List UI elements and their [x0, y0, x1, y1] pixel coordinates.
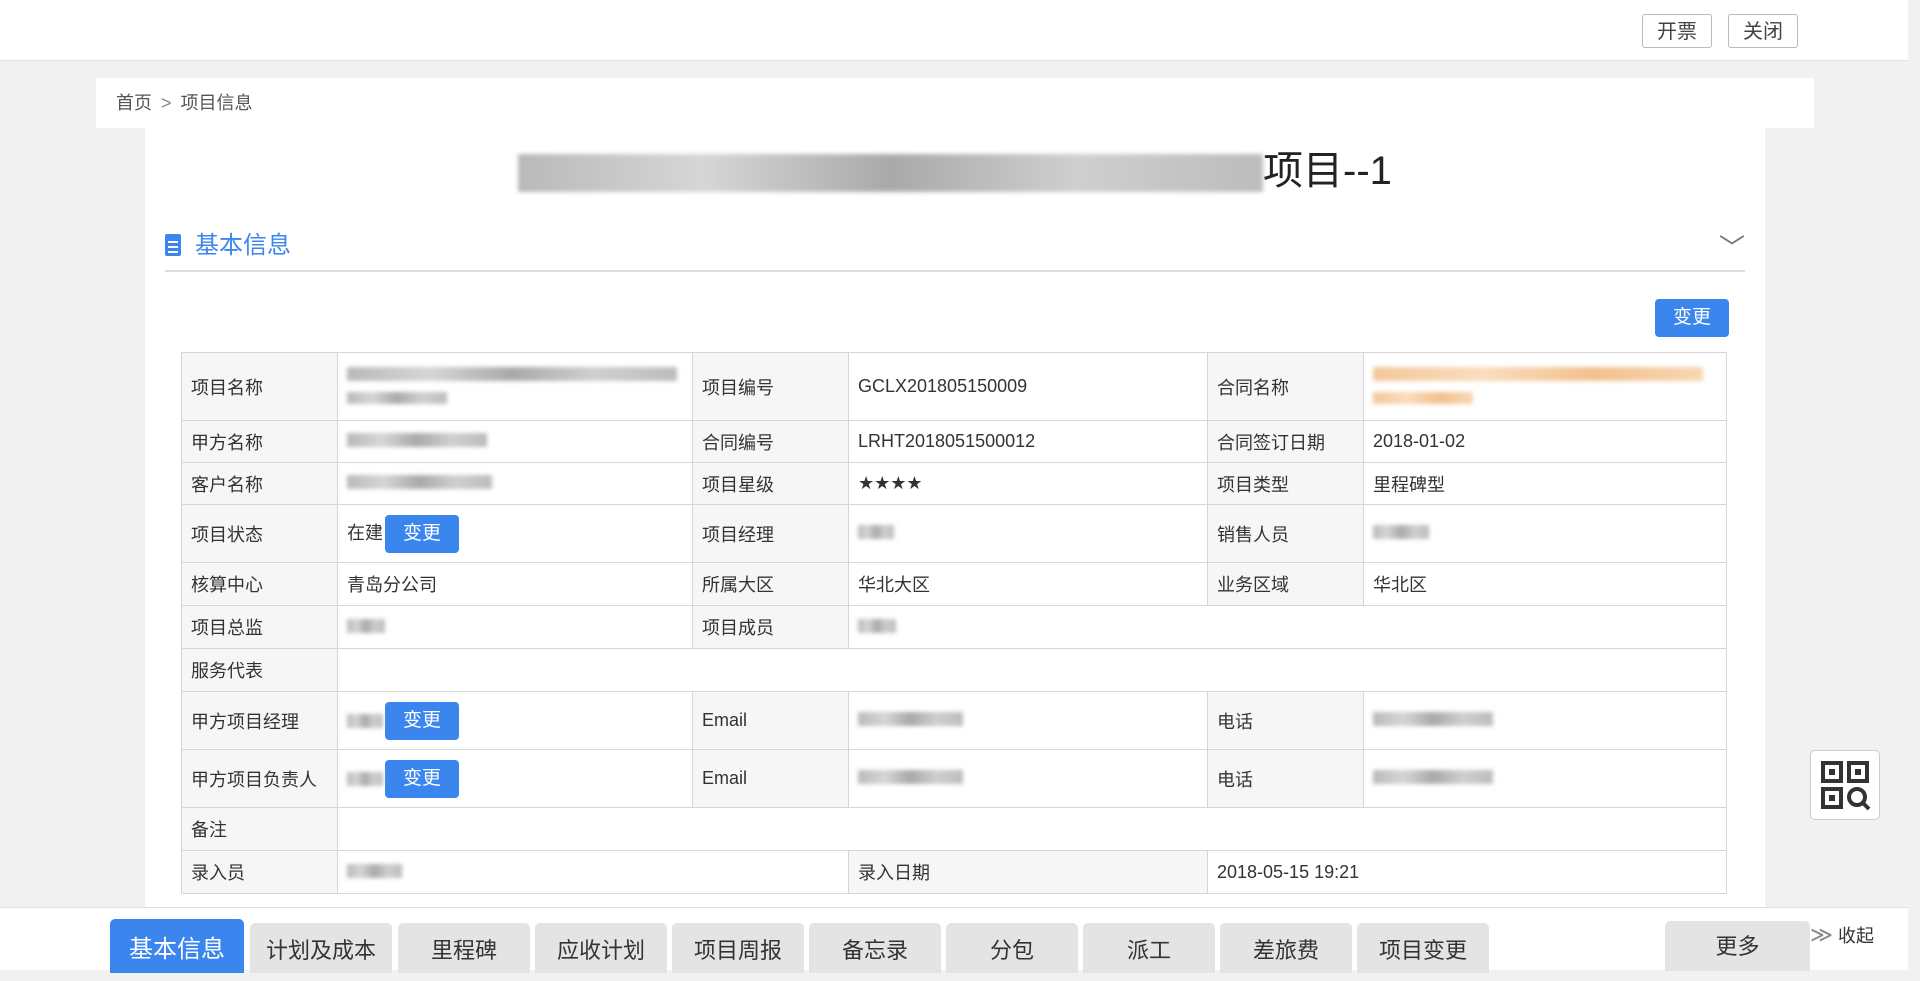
- table-row: 项目状态 在建 变更 项目经理 销售人员: [181, 504, 1727, 563]
- field-label: 项目成员: [692, 605, 849, 649]
- field-value: 2018-01-02: [1363, 420, 1727, 463]
- table-row: 录入员 录入日期 2018-05-15 19:21: [181, 850, 1727, 894]
- field-value: 青岛分公司: [337, 562, 693, 606]
- tab-memo[interactable]: 备忘录: [809, 923, 941, 973]
- tab-plan-cost[interactable]: 计划及成本: [250, 923, 392, 973]
- qr-code-icon[interactable]: [1810, 750, 1880, 820]
- table-row: 备注: [181, 807, 1727, 851]
- table-row: 项目名称 项目编号 GCLX201805150009 合同名称: [181, 352, 1727, 421]
- redacted-text: [518, 154, 1264, 193]
- field-value: LRHT2018051500012: [848, 420, 1208, 463]
- breadcrumb-separator: >: [161, 93, 172, 113]
- close-button[interactable]: 关闭: [1728, 14, 1798, 48]
- field-label: 录入日期: [848, 850, 1208, 894]
- breadcrumb-current: 项目信息: [180, 93, 253, 113]
- field-label: 合同名称: [1207, 352, 1364, 421]
- tab-project-change[interactable]: 项目变更: [1357, 923, 1489, 973]
- field-value: 华北大区: [848, 562, 1208, 606]
- field-label: 项目编号: [692, 352, 849, 421]
- document-icon: [165, 234, 181, 256]
- tab-travel-expense[interactable]: 差旅费: [1220, 923, 1352, 973]
- field-label: 录入员: [181, 850, 338, 894]
- table-row: 服务代表: [181, 648, 1727, 692]
- field-label: 甲方名称: [181, 420, 338, 463]
- field-label: 电话: [1207, 691, 1364, 750]
- field-label: 甲方项目经理: [181, 691, 338, 750]
- more-tabs-button[interactable]: 更多: [1665, 921, 1810, 971]
- table-row: 客户名称 项目星级 ★★★★ 项目类型 里程碑型: [181, 462, 1727, 505]
- field-label: 项目名称: [181, 352, 338, 421]
- table-row: 甲方项目经理 变更 Email 电话: [181, 691, 1727, 750]
- section-title: 基本信息: [195, 232, 291, 259]
- page-title: 项目--1: [145, 136, 1765, 206]
- field-label: Email: [692, 691, 849, 750]
- title-suffix: 项目--1: [1263, 149, 1392, 193]
- change-button[interactable]: 变更: [1655, 299, 1729, 337]
- collapse-label: 收起: [1838, 926, 1875, 946]
- breadcrumb: 首页 > 项目信息: [96, 78, 1814, 128]
- field-label: Email: [692, 749, 849, 808]
- tab-basic-info[interactable]: 基本信息: [110, 919, 244, 973]
- party-a-pm-change-button[interactable]: 变更: [385, 701, 459, 740]
- field-value: 2018-05-15 19:21: [1207, 850, 1727, 894]
- field-label: 项目状态: [181, 504, 338, 563]
- field-label: 甲方项目负责人: [181, 749, 338, 808]
- field-label: 项目星级: [692, 462, 849, 505]
- breadcrumb-home[interactable]: 首页: [96, 78, 152, 128]
- field-label: 客户名称: [181, 462, 338, 505]
- table-row: 甲方名称 合同编号 LRHT2018051500012 合同签订日期 2018-…: [181, 420, 1727, 463]
- field-label: 备注: [181, 807, 338, 851]
- table-row: 甲方项目负责人 变更 Email 电话: [181, 749, 1727, 808]
- tab-receivable-plan[interactable]: 应收计划: [535, 923, 667, 973]
- section-header[interactable]: 基本信息 ﹀: [165, 228, 1745, 272]
- tab-subcontract[interactable]: 分包: [946, 923, 1078, 973]
- party-a-owner-change-button[interactable]: 变更: [385, 759, 459, 798]
- tab-dispatch[interactable]: 派工: [1083, 923, 1215, 973]
- field-label: 销售人员: [1207, 504, 1364, 563]
- field-label: 所属大区: [692, 562, 849, 606]
- double-chevron-right-icon: ≫: [1810, 922, 1834, 947]
- invoice-button[interactable]: 开票: [1642, 14, 1712, 48]
- field-value: 里程碑型: [1363, 462, 1727, 505]
- chevron-down-icon[interactable]: ﹀: [1719, 228, 1745, 265]
- star-rating: ★★★★: [848, 462, 1208, 505]
- field-label: 业务区域: [1207, 562, 1364, 606]
- field-label: 合同签订日期: [1207, 420, 1364, 463]
- field-value: 在建: [347, 522, 383, 543]
- main-panel: 项目--1 基本信息 ﹀ 变更 项目名称 项目编号 GCLX2018051500…: [145, 128, 1765, 908]
- field-label: 项目经理: [692, 504, 849, 563]
- info-table: 项目名称 项目编号 GCLX201805150009 合同名称 甲方名称 合同编…: [181, 352, 1727, 894]
- field-value: 华北区: [1363, 562, 1727, 606]
- field-label: 合同编号: [692, 420, 849, 463]
- tab-milestone[interactable]: 里程碑: [398, 923, 530, 973]
- field-value: GCLX201805150009: [848, 352, 1208, 421]
- table-row: 核算中心 青岛分公司 所属大区 华北大区 业务区域 华北区: [181, 562, 1727, 606]
- field-label: 电话: [1207, 749, 1364, 808]
- status-change-button[interactable]: 变更: [385, 514, 459, 553]
- field-label: 服务代表: [181, 648, 338, 692]
- field-label: 项目总监: [181, 605, 338, 649]
- field-label: 核算中心: [181, 562, 338, 606]
- bottom-tab-bar: 基本信息 计划及成本 里程碑 应收计划 项目周报 备忘录 分包 派工 差旅费 项…: [0, 907, 1908, 973]
- top-bar: 开票 关闭: [0, 0, 1908, 61]
- table-row: 项目总监 项目成员: [181, 605, 1727, 649]
- field-label: 项目类型: [1207, 462, 1364, 505]
- collapse-button[interactable]: ≫ 收起: [1810, 922, 1874, 948]
- tab-weekly-report[interactable]: 项目周报: [672, 923, 804, 973]
